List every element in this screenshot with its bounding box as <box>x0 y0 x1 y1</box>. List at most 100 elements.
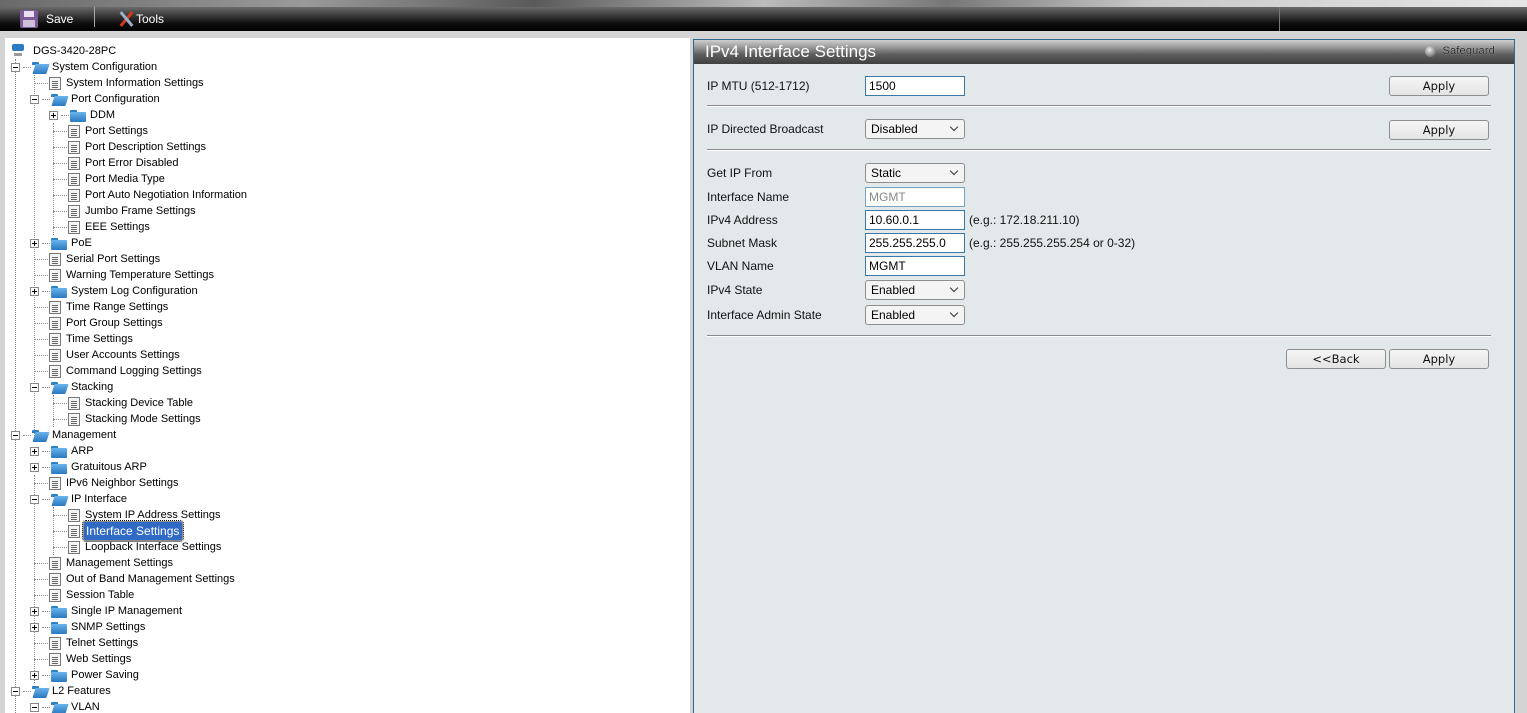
chevron-down-icon <box>949 166 959 176</box>
tree-node[interactable]: Management <box>11 427 118 443</box>
tree-node[interactable]: Telnet Settings <box>34 635 140 651</box>
tree-node-label: Warning Temperature Settings <box>66 269 214 281</box>
vlan-name-input[interactable] <box>865 256 965 276</box>
apply-button[interactable]: Apply <box>1389 349 1489 369</box>
page-icon <box>49 588 61 602</box>
tree-node[interactable]: Session Table <box>34 587 136 603</box>
tree-node[interactable]: Time Range Settings <box>34 299 170 315</box>
tree-node[interactable]: Command Logging Settings <box>34 363 204 379</box>
expand-icon[interactable] <box>30 606 39 616</box>
tree-node[interactable]: Port Error Disabled <box>53 155 181 171</box>
mtu-apply-button[interactable]: Apply <box>1389 76 1489 96</box>
tree-node[interactable]: VLAN <box>30 699 102 713</box>
ipv4-state-select[interactable]: Enabled <box>865 280 965 300</box>
tree-node[interactable]: Stacking Device Table <box>53 395 195 411</box>
collapse-icon[interactable] <box>11 686 20 696</box>
tree-node[interactable]: Gratuitous ARP <box>30 459 149 475</box>
tree-node[interactable]: Management Settings <box>34 555 175 571</box>
tree-node[interactable]: IPv6 Neighbor Settings <box>34 475 181 491</box>
mtu-label: IP MTU (512-1712) <box>707 79 810 93</box>
tree-node[interactable]: Port Media Type <box>53 171 167 187</box>
tree-node[interactable]: Port Auto Negotiation Information <box>53 187 249 203</box>
get-ip-from-label: Get IP From <box>707 166 773 180</box>
tree-node[interactable]: SNMP Settings <box>30 619 147 635</box>
tree-node[interactable]: Stacking <box>30 379 115 395</box>
page-icon <box>68 124 80 138</box>
tree-node[interactable]: Port Description Settings <box>53 139 208 155</box>
tree-node-label: ARP <box>71 445 94 457</box>
tree-node[interactable]: Power Saving <box>30 667 141 683</box>
safeguard-indicator[interactable]: Safeguard <box>1425 45 1495 57</box>
tree-node[interactable]: User Accounts Settings <box>34 347 182 363</box>
tree-node[interactable]: Single IP Management <box>30 603 184 619</box>
tree-node[interactable]: Jumbo Frame Settings <box>53 203 198 219</box>
broadcast-apply-button[interactable]: Apply <box>1389 120 1489 140</box>
tree-node[interactable]: Port Configuration <box>30 91 162 107</box>
ipv4-address-input[interactable] <box>865 210 965 230</box>
save-button[interactable]: Save <box>20 7 73 31</box>
tree-connector <box>53 546 67 548</box>
folder-open-icon <box>51 381 67 394</box>
tree-node[interactable]: Port Settings <box>53 123 150 139</box>
directed-broadcast-select[interactable]: Disabled <box>865 119 965 139</box>
ipv4-state-label: IPv4 State <box>707 283 763 297</box>
tree-connector <box>53 226 67 228</box>
tree-node[interactable]: System Configuration <box>11 59 159 75</box>
page-icon <box>68 204 80 218</box>
page-icon <box>49 76 61 90</box>
tree-node[interactable]: L2 Features <box>11 683 113 699</box>
tree-connector <box>53 194 67 196</box>
collapse-icon[interactable] <box>30 494 39 504</box>
tree-node[interactable]: PoE <box>30 235 94 251</box>
tree-node[interactable]: Out of Band Management Settings <box>34 571 237 587</box>
folder-icon <box>51 621 67 634</box>
tree-node[interactable]: Loopback Interface Settings <box>53 539 223 555</box>
tree-node[interactable]: System Information Settings <box>34 75 206 91</box>
tools-icon <box>118 10 134 28</box>
tree-node[interactable]: EEE Settings <box>53 219 152 235</box>
get-ip-from-row: Get IP From Static <box>707 163 965 183</box>
tree-connector <box>34 258 48 260</box>
expand-icon[interactable] <box>30 446 39 456</box>
page-icon <box>49 652 61 666</box>
tree-node[interactable]: Time Settings <box>34 331 135 347</box>
tools-menu-button[interactable]: Tools <box>118 7 164 31</box>
tree-node[interactable]: Port Group Settings <box>34 315 165 331</box>
page-icon <box>68 220 80 234</box>
page-icon <box>49 572 61 586</box>
tree-node[interactable]: DDM <box>49 107 117 123</box>
tree-node[interactable]: Warning Temperature Settings <box>34 267 216 283</box>
collapse-icon[interactable] <box>30 382 39 392</box>
tree-node[interactable]: IP Interface <box>30 491 129 507</box>
tree-connector <box>34 482 48 484</box>
tree-node[interactable]: ARP <box>30 443 96 459</box>
expand-icon[interactable] <box>30 622 39 632</box>
collapse-icon[interactable] <box>30 702 39 712</box>
tree-node[interactable]: Web Settings <box>34 651 133 667</box>
ipv4-address-row: IPv4 Address (e.g.: 172.18.211.10) <box>707 210 1080 230</box>
tree-node[interactable]: System Log Configuration <box>30 283 200 299</box>
get-ip-from-select[interactable]: Static <box>865 163 965 183</box>
back-button[interactable]: <<Back <box>1286 349 1386 369</box>
mtu-input[interactable] <box>865 76 965 96</box>
tree-connector <box>53 130 67 132</box>
tree-node-label: EEE Settings <box>85 221 150 233</box>
expand-icon[interactable] <box>30 462 39 472</box>
tree-node[interactable]: Stacking Mode Settings <box>53 411 203 427</box>
expand-icon[interactable] <box>30 670 39 680</box>
admin-state-select[interactable]: Enabled <box>865 305 965 325</box>
collapse-icon[interactable] <box>11 62 20 72</box>
tree-root[interactable]: DGS-3420-28PC <box>11 43 118 59</box>
tree-connector <box>42 498 50 500</box>
tree-node[interactable]: Interface Settings <box>53 520 184 542</box>
expand-icon[interactable] <box>30 238 39 248</box>
tree-node-label: DDM <box>90 109 116 121</box>
expand-icon[interactable] <box>30 286 39 296</box>
collapse-icon[interactable] <box>11 430 20 440</box>
tree-node[interactable]: Serial Port Settings <box>34 251 162 267</box>
subnet-mask-input[interactable] <box>865 233 965 253</box>
page-icon <box>49 636 61 650</box>
expand-icon[interactable] <box>49 110 58 120</box>
collapse-icon[interactable] <box>30 94 39 104</box>
interface-name-row: Interface Name <box>707 187 965 207</box>
